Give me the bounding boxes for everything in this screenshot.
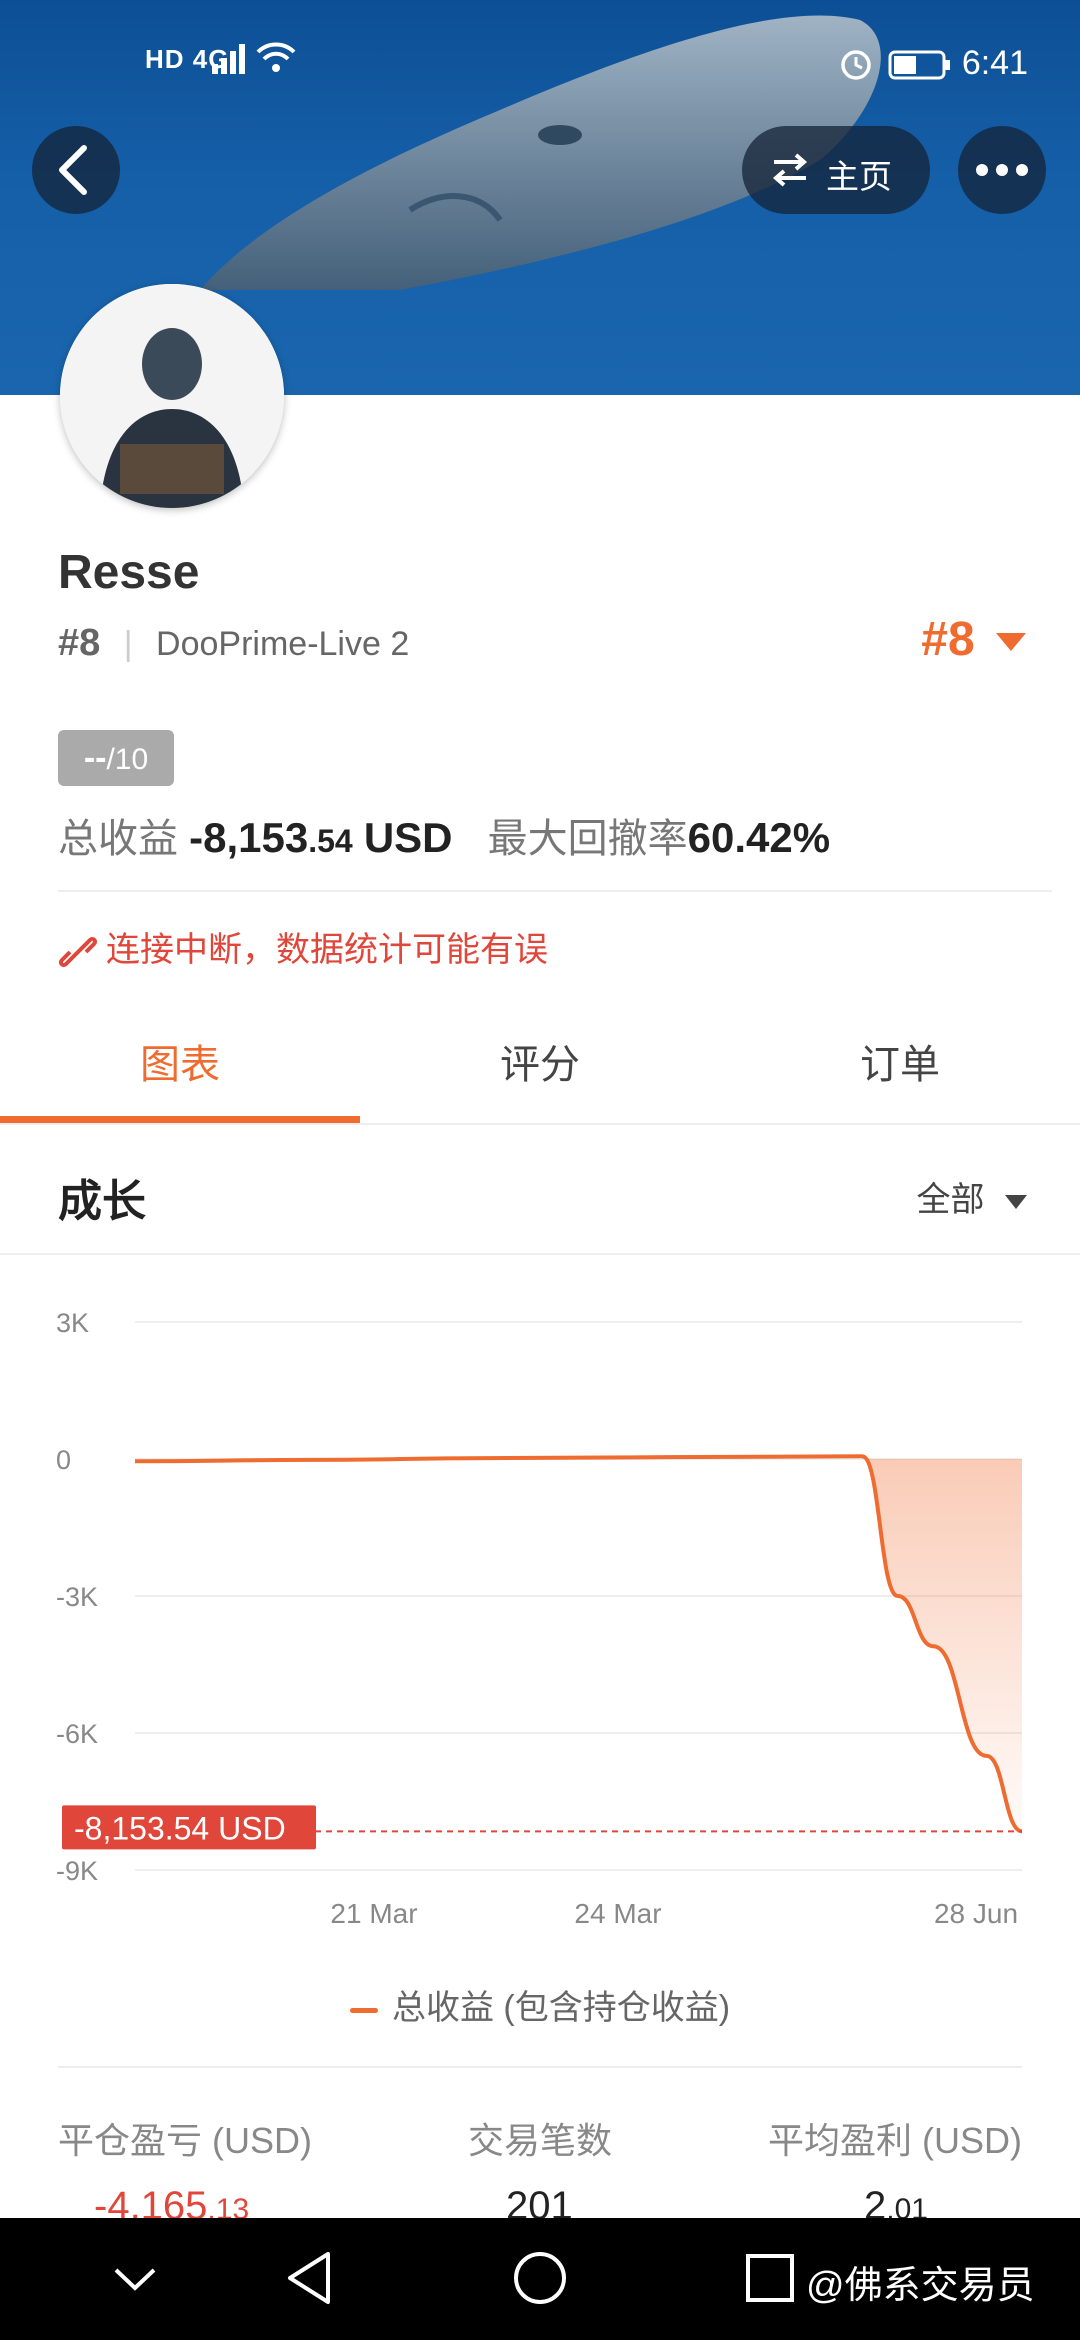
current-value-label: -8,153.54 USD <box>74 1810 286 1846</box>
trade-count-label: 交易笔数 <box>468 2120 613 2161</box>
tab-chart[interactable]: 图表 <box>0 1010 360 1126</box>
tab-orders[interactable]: 订单 <box>720 1010 1080 1126</box>
status-bar: HD 4G 6:41 <box>0 0 1080 130</box>
trader-name: Resse <box>58 546 200 599</box>
clock: 6:41 <box>961 44 1028 82</box>
drawdown-label: 最大回撤率 <box>487 817 688 861</box>
chart-legend: 总收益 (包含持仓收益) <box>0 1980 1080 2029</box>
nav-home-icon[interactable] <box>510 2248 570 2308</box>
closed-pl-label: 平仓盈亏 (USD) <box>58 2120 312 2161</box>
avg-profit-label: 平均盈利 (USD) <box>768 2120 1022 2161</box>
score-value: -- <box>83 739 107 777</box>
avatar[interactable] <box>60 284 284 508</box>
total-profit-unit: USD <box>363 814 453 861</box>
watermark: @佛系交易员 <box>806 2265 1035 2307</box>
more-dots-icon <box>976 164 1028 176</box>
score-max: /10 <box>106 743 149 776</box>
caret-down-icon <box>1005 1195 1027 1210</box>
total-profit-decimals: .54 <box>308 823 353 859</box>
server-name: DooPrime-Live 2 <box>156 625 410 663</box>
more-button[interactable] <box>958 126 1046 214</box>
drawdown-value: 60.42% <box>687 814 831 861</box>
divider <box>58 2066 1022 2068</box>
nav-recents-icon[interactable] <box>744 2252 796 2304</box>
caret-down-icon <box>996 633 1026 652</box>
total-profit-label: 总收益 <box>58 817 178 861</box>
home-button[interactable]: 主页 <box>742 126 930 214</box>
y-tick-label: -9K <box>56 1856 98 1886</box>
y-axis: 3K 0 -3K -6K -9K <box>56 1308 98 1886</box>
battery-icon <box>888 50 950 80</box>
rank-line: #8 | DooPrime-Live 2 <box>58 622 410 664</box>
broken-link-icon <box>58 936 98 968</box>
x-tick-label: 21 Mar <box>330 1898 417 1929</box>
wifi-icon <box>256 42 296 72</box>
divider <box>58 890 1052 892</box>
range-filter[interactable]: 全部 <box>917 1172 1028 1221</box>
tab-rating[interactable]: 评分 <box>360 1010 720 1126</box>
x-axis: 21 Mar 24 Mar 28 Jun <box>330 1898 1018 1929</box>
tab-indicator <box>0 1116 360 1123</box>
total-profit-value: -8,153 <box>189 814 309 861</box>
swap-arrows-icon <box>772 153 808 187</box>
tab-divider <box>0 1123 1080 1125</box>
warning-text: 连接中断，数据统计可能有误 <box>106 931 548 969</box>
growth-title: 成长 <box>58 1177 146 1226</box>
legend-label: 总收益 (包含持仓收益) <box>391 1989 731 2027</box>
alarm-icon <box>841 50 871 80</box>
chart-grid <box>135 1321 1022 1871</box>
back-button[interactable] <box>32 126 120 214</box>
rank-dropdown[interactable]: #8 <box>921 612 1028 667</box>
nav-back-icon[interactable] <box>280 2248 340 2308</box>
signal-icon <box>212 44 245 74</box>
rank-number: #8 <box>58 622 101 664</box>
range-filter-label: 全部 <box>916 1181 985 1219</box>
tab-bar: 图表 评分 订单 <box>0 1010 1080 1126</box>
y-tick-label: -3K <box>56 1582 98 1612</box>
profit-summary: 总收益 -8,153.54 USD 最大回撤率60.42% <box>58 806 830 864</box>
section-divider <box>0 1253 1080 1255</box>
connection-warning: 连接中断，数据统计可能有误 <box>58 922 548 972</box>
rank-right-value: #8 <box>921 613 975 666</box>
system-nav-bar: @佛系交易员 <box>0 2218 1080 2340</box>
collapse-chevron-icon[interactable] <box>110 2260 160 2300</box>
legend-swatch <box>349 2007 378 2013</box>
y-tick-label: 0 <box>56 1445 71 1475</box>
back-arrow-icon <box>59 145 87 195</box>
avatar-image <box>60 284 284 508</box>
y-tick-label: 3K <box>56 1308 89 1338</box>
home-label: 主页 <box>826 158 892 195</box>
score-badge: --/10 <box>58 730 174 786</box>
growth-chart[interactable]: 3K0-3K-6K-9K -8,153.54 USD 21 Mar 24 Mar 2… <box>0 1270 1080 1960</box>
x-tick-label: 28 Jun <box>934 1898 1018 1929</box>
y-tick-label: -6K <box>56 1719 98 1749</box>
x-tick-label: 24 Mar <box>574 1898 661 1929</box>
current-value-badge: -8,153.54 USD <box>62 1805 316 1850</box>
